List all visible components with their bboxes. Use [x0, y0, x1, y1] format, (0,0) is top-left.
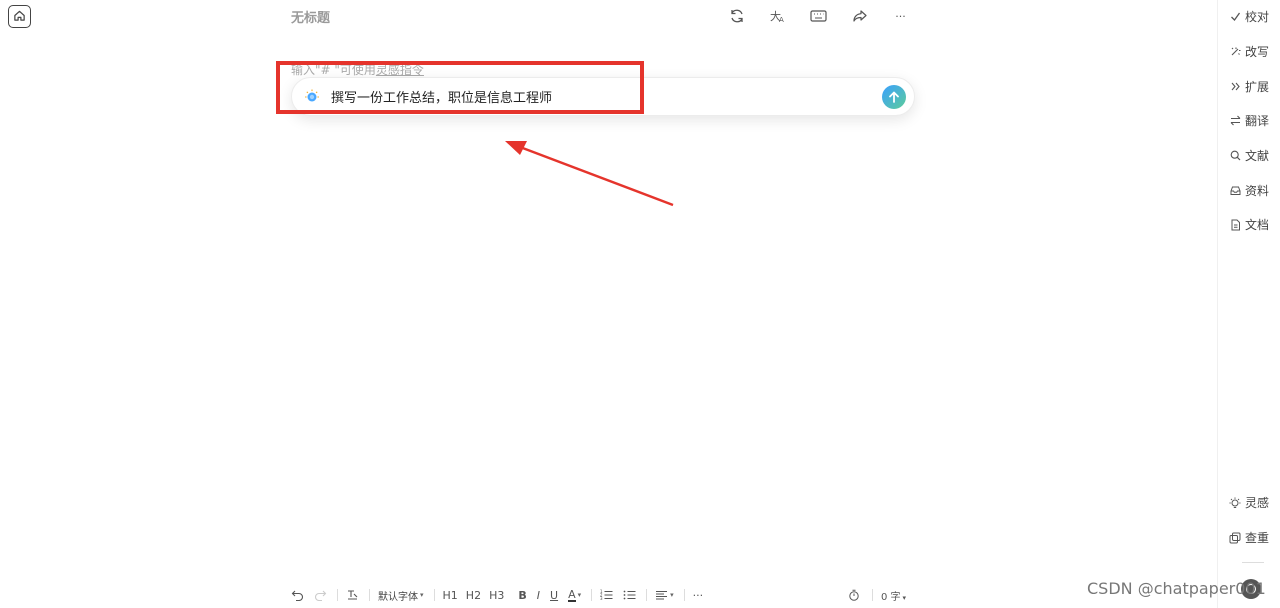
- toolbar-more-button[interactable]: ···: [693, 589, 704, 602]
- bullet-list-button[interactable]: [623, 589, 636, 601]
- share-button[interactable]: [839, 5, 880, 27]
- align-button[interactable]: ▾: [655, 589, 674, 601]
- rail-item-translate[interactable]: 翻译: [1229, 112, 1269, 129]
- rail-label: 查重: [1245, 531, 1270, 545]
- rail-label: 校对: [1245, 10, 1270, 24]
- lightbulb-icon: [1229, 497, 1241, 509]
- check-icon: [1229, 11, 1241, 23]
- prompt-input[interactable]: 撰写一份工作总结，职位是信息工程师: [331, 87, 882, 106]
- bullet-list-icon: [623, 590, 636, 600]
- lightbulb-icon: [303, 88, 321, 106]
- toolbar-separator: [369, 589, 370, 601]
- rail-label: 翻译: [1245, 114, 1270, 128]
- rail-label: 灵感: [1245, 496, 1270, 510]
- svg-text:A: A: [779, 16, 784, 24]
- italic-button[interactable]: I: [537, 589, 540, 602]
- ordered-list-button[interactable]: 123: [600, 589, 613, 601]
- align-left-icon: [656, 591, 668, 600]
- rail-item-literature[interactable]: 文献: [1229, 147, 1269, 164]
- toolbar-separator: [433, 589, 435, 601]
- toolbar-separator: [591, 589, 593, 601]
- rail-item-materials[interactable]: 资料: [1229, 182, 1269, 199]
- redo-button[interactable]: [314, 589, 327, 601]
- rail-item-inspiration[interactable]: 灵感: [1229, 494, 1269, 511]
- rail-item-plagiarism-check[interactable]: 查重: [1229, 529, 1269, 546]
- home-icon: [13, 7, 26, 26]
- toolbar-separator: [337, 589, 338, 601]
- refresh-icon: [730, 9, 743, 23]
- caret-down-icon: ▾: [420, 591, 424, 599]
- sparkle-icon: [1229, 46, 1241, 58]
- clear-format-icon: [348, 590, 358, 600]
- translate-icon: 大A: [770, 9, 784, 24]
- document-title[interactable]: 无标题: [291, 7, 330, 26]
- undo-button[interactable]: [291, 589, 304, 601]
- ai-prompt-box[interactable]: 撰写一份工作总结，职位是信息工程师: [291, 77, 915, 116]
- share-icon: [852, 10, 867, 22]
- stopwatch-icon: [849, 589, 859, 601]
- rail-item-documents[interactable]: 文档: [1229, 216, 1269, 233]
- rail-divider: [1242, 562, 1264, 563]
- heading2-button[interactable]: H2: [466, 589, 481, 602]
- toolbar-separator: [646, 589, 648, 601]
- top-toolbar: 大A ···: [716, 5, 921, 27]
- timer-button[interactable]: [848, 589, 860, 601]
- rail-item-proofread[interactable]: 校对: [1229, 8, 1269, 25]
- font-select[interactable]: 默认字体 ▾: [378, 588, 424, 603]
- swap-icon: [1229, 115, 1241, 127]
- inspiration-command-link[interactable]: 灵感指令: [376, 63, 424, 77]
- keyboard-button[interactable]: [798, 5, 839, 27]
- caret-down-icon: ▾: [577, 591, 582, 599]
- rail-label: 文献: [1245, 149, 1270, 163]
- rail-label: 改写: [1245, 45, 1270, 59]
- document-icon: [1229, 219, 1241, 231]
- heading3-button[interactable]: H3: [489, 589, 504, 602]
- more-icon: ···: [895, 9, 906, 23]
- search-icon: [1229, 150, 1241, 162]
- word-count-label: 0 字: [881, 591, 901, 603]
- rail-label: 资料: [1245, 184, 1270, 198]
- double-chevron-icon: [1229, 81, 1241, 93]
- status-area: 0 字 ▾: [848, 585, 906, 605]
- heading1-button[interactable]: H1: [443, 589, 458, 602]
- text-color-label: A: [568, 587, 576, 602]
- watermark: CSDN @chatpaper001: [1087, 579, 1266, 598]
- toolbar-separator: [872, 589, 873, 601]
- svg-text:3: 3: [600, 596, 603, 601]
- caret-down-icon: ▾: [670, 591, 674, 599]
- translate-button[interactable]: 大A: [757, 5, 798, 27]
- bold-button[interactable]: B: [518, 589, 526, 602]
- rail-label: 扩展: [1245, 80, 1270, 94]
- send-button[interactable]: [882, 84, 906, 109]
- rail-item-rewrite[interactable]: 改写: [1229, 43, 1269, 60]
- keyboard-icon: [810, 10, 827, 22]
- editor-hint: 输入"# "可使用灵感指令: [291, 61, 424, 78]
- home-button[interactable]: [8, 5, 31, 28]
- format-toolbar: 默认字体 ▾ H1 H2 H3 B I U A ▾ 123 ▾ ···: [291, 585, 713, 605]
- copy-icon: [1229, 532, 1241, 544]
- font-select-value: 默认字体: [378, 591, 418, 603]
- redo-icon: [314, 590, 327, 601]
- inbox-icon: [1229, 185, 1241, 197]
- ordered-list-icon: 123: [600, 589, 613, 601]
- hint-prefix: 输入"# "可使用: [291, 63, 376, 77]
- underline-button[interactable]: U: [550, 589, 558, 602]
- rail-item-expand[interactable]: 扩展: [1229, 78, 1269, 95]
- right-sidebar: 校对 改写 扩展 翻译 文献 资料 文档 灵感 查重: [1217, 0, 1280, 608]
- text-color-button[interactable]: A ▾: [568, 589, 581, 602]
- more-button[interactable]: ···: [880, 5, 921, 27]
- arrow-up-icon: [889, 91, 899, 103]
- toolbar-separator: [683, 589, 685, 601]
- word-count[interactable]: 0 字 ▾: [881, 588, 906, 603]
- clear-format-button[interactable]: [346, 589, 359, 601]
- caret-down-icon: ▾: [902, 593, 907, 602]
- rail-label: 文档: [1245, 218, 1270, 232]
- refresh-button[interactable]: [716, 5, 757, 27]
- undo-icon: [291, 590, 304, 601]
